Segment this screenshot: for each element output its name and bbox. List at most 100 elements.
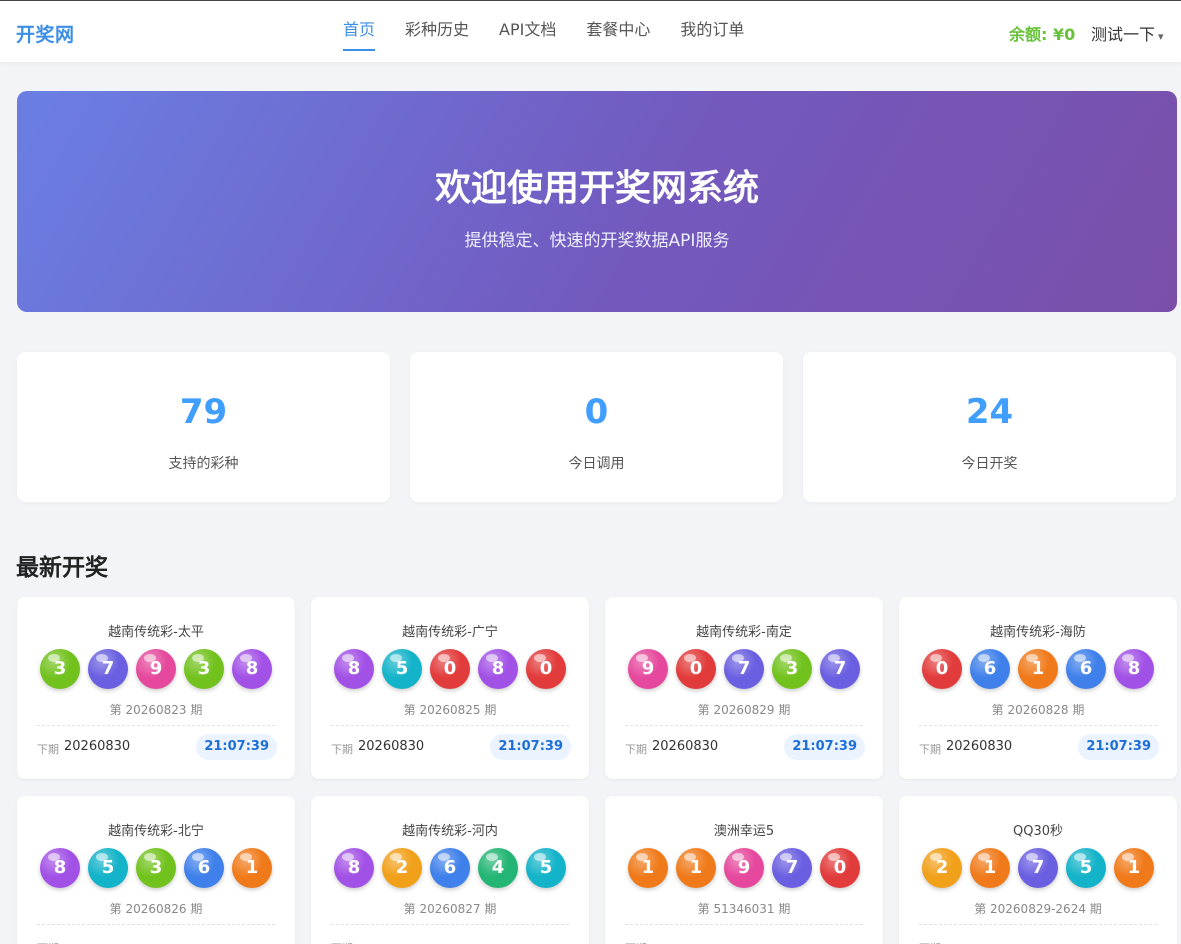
lottery-card[interactable]: 澳洲幸运511970第 51346031 期下期 (605, 796, 883, 944)
nav-home[interactable]: 首页 (343, 1, 376, 63)
result-ball: 8 (334, 848, 374, 888)
result-ball: 0 (526, 649, 566, 689)
draw-issue-number: 第 20260828 期 (991, 703, 1085, 717)
result-ball: 5 (1066, 848, 1106, 888)
next-draw-issue: 20260830 (652, 739, 719, 754)
countdown-badge: 21:07:39 (784, 734, 865, 760)
result-ball: 7 (1018, 848, 1058, 888)
result-balls: 11970 (605, 848, 883, 888)
result-ball: 3 (136, 848, 176, 888)
lottery-name: QQ30秒 (1012, 824, 1063, 839)
next-draw-label: 下期 (625, 743, 647, 756)
banner-subtitle: 提供稳定、快速的开奖数据API服务 (464, 231, 730, 251)
result-balls: 37938 (17, 649, 295, 689)
divider (331, 924, 569, 925)
stat-label: 今日开奖 (961, 456, 1018, 472)
lottery-name: 澳洲幸运5 (713, 824, 775, 839)
next-draw-label: 下期 (919, 743, 941, 756)
next-draw-label: 下期 (37, 743, 59, 756)
result-ball: 0 (430, 649, 470, 689)
nav-lottery-history[interactable]: 彩种历史 (405, 1, 469, 63)
result-ball: 6 (1066, 649, 1106, 689)
lottery-name: 越南传统彩-河内 (402, 824, 498, 839)
lottery-card[interactable]: 越南传统彩-北宁 85361 第 20260826 期下期 (17, 796, 295, 944)
result-ball: 9 (628, 649, 668, 689)
result-ball: 1 (628, 848, 668, 888)
stat-label: 支持的彩种 (168, 456, 239, 472)
nav-packages[interactable]: 套餐中心 (586, 1, 650, 63)
draw-issue-number: 第 20260829 期 (697, 703, 791, 717)
result-ball: 3 (772, 649, 812, 689)
result-ball: 0 (820, 848, 860, 888)
divider (919, 924, 1157, 925)
result-ball: 7 (820, 649, 860, 689)
result-ball: 0 (922, 649, 962, 689)
result-ball: 4 (478, 848, 518, 888)
countdown-badge: 21:07:39 (1078, 734, 1159, 760)
result-ball: 3 (40, 649, 80, 689)
lottery-name: 越南传统彩-海防 (990, 625, 1086, 640)
result-balls: 90737 (605, 649, 883, 689)
next-draw-label: 下期 (919, 940, 941, 944)
result-ball: 6 (430, 848, 470, 888)
next-draw-issue: 20260830 (946, 739, 1013, 754)
result-balls: 21751 (899, 848, 1177, 888)
result-ball: 7 (88, 649, 128, 689)
divider (331, 725, 569, 726)
lottery-card[interactable]: QQ30秒21751第 20260829-2624 期下期 (899, 796, 1177, 944)
result-ball: 2 (922, 848, 962, 888)
result-ball: 8 (40, 848, 80, 888)
banner-title: 欢迎使用开奖网系统 (434, 168, 759, 209)
stat-card-lottery-types: 79 支持的彩种 (17, 352, 390, 502)
draw-issue-number: 第 20260826 期 (109, 902, 203, 916)
account-balance: 余额: ¥0 (1009, 25, 1076, 44)
result-ball: 1 (232, 848, 272, 888)
user-menu-dropdown[interactable]: 测试一下 ▾ (1091, 21, 1164, 45)
latest-draws-title: 最新开奖 (16, 555, 108, 581)
lottery-card[interactable]: 越南传统彩-太平 3 7 9 3 8 第 20260823 期下期 20260830 21:07… (17, 597, 295, 779)
lottery-card[interactable]: 越南传统彩-广宁 8 5 0 8 0 第 20260825 期下期 20260830 21:07… (311, 597, 589, 779)
nav-my-orders[interactable]: 我的订单 (680, 1, 744, 63)
lottery-card[interactable]: 越南传统彩-河内 82645 第 20260827 期下期 (311, 796, 589, 944)
result-ball: 9 (136, 649, 176, 689)
stat-value: 24 (965, 392, 1014, 432)
divider (919, 725, 1157, 726)
lottery-name: 越南传统彩-南定 (696, 625, 792, 640)
next-draw-issue: 20260830 (358, 739, 425, 754)
result-ball: 1 (1114, 848, 1154, 888)
draw-issue-number: 第 20260827 期 (403, 902, 497, 916)
draw-issue-number: 第 20260825 期 (403, 703, 497, 717)
result-ball: 6 (184, 848, 224, 888)
result-ball: 5 (382, 649, 422, 689)
lottery-card[interactable]: 越南传统彩-海防 0 6 1 6 8 第 20260828 期下期 20260830 21:07… (899, 597, 1177, 779)
next-draw-label: 下期 (37, 940, 59, 944)
result-ball: 1 (970, 848, 1010, 888)
result-ball: 8 (334, 649, 374, 689)
result-balls: 82645 (311, 848, 589, 888)
next-draw-label: 下期 (331, 743, 353, 756)
lottery-card[interactable]: 越南传统彩-南定 9 0 7 3 7 第 20260829 期下期 20260830 21:07… (605, 597, 883, 779)
stat-value: 0 (584, 392, 609, 432)
main-nav: 首页 彩种历史 API文档 套餐中心 我的订单 (343, 1, 744, 63)
draw-issue-number: 第 51346031 期 (697, 902, 791, 916)
result-balls: 85080 (311, 649, 589, 689)
result-balls: 06168 (899, 649, 1177, 689)
lottery-name: 越南传统彩-广宁 (402, 625, 498, 640)
next-draw-label: 下期 (625, 940, 647, 944)
site-logo[interactable]: 开奖网 (16, 20, 75, 47)
result-ball: 8 (1114, 649, 1154, 689)
divider (37, 725, 275, 726)
divider (625, 924, 863, 925)
draw-issue-number: 第 20260823 期 (109, 703, 203, 717)
result-ball: 2 (382, 848, 422, 888)
result-ball: 5 (88, 848, 128, 888)
result-ball: 6 (970, 649, 1010, 689)
lottery-name: 越南传统彩-太平 (108, 625, 204, 640)
top-navbar: 开奖网 首页 彩种历史 API文档 套餐中心 我的订单 余额: ¥0 测试一下 ▾ (0, 0, 1181, 62)
next-draw-label: 下期 (331, 940, 353, 944)
welcome-banner: 欢迎使用开奖网系统 提供稳定、快速的开奖数据API服务 (17, 91, 1177, 312)
nav-api-docs[interactable]: API文档 (499, 1, 556, 63)
result-ball: 9 (724, 848, 764, 888)
result-ball: 7 (724, 649, 764, 689)
stat-card-today-draws: 24 今日开奖 (803, 352, 1176, 502)
